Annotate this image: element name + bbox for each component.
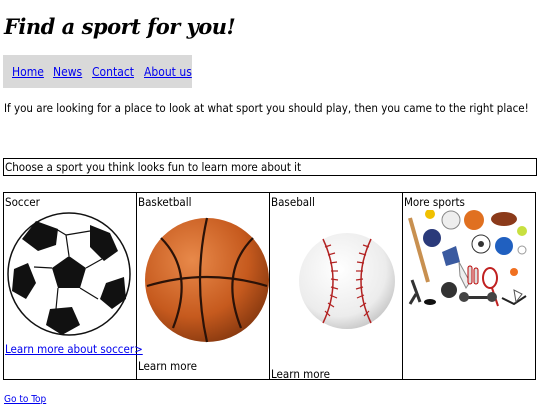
choose-sport-prompt: Choose a sport you think looks fun to le… [3,158,537,176]
intro-text: If you are looking for a place to look a… [4,101,529,115]
sport-card-basketball: Basketball Learn more [136,192,270,380]
learn-more-soccer-link[interactable]: Learn more about soccer> [5,342,143,356]
sports-equipment-collage-icon [408,210,527,307]
nav-bar: Home News Contact About us [3,55,192,88]
nav-link-news[interactable]: News [53,65,82,79]
nav-link-about-us[interactable]: About us [144,65,192,79]
sport-title-soccer: Soccer [5,195,40,209]
baseball-icon [299,233,395,329]
sport-card-more-sports: More sports [402,192,536,380]
sports-grid: Soccer Learn more about soccer> Basketba… [3,192,536,381]
sport-title-basketball: Basketball [138,195,192,209]
learn-more-basketball-link[interactable]: Learn more [138,359,197,373]
go-to-top-link[interactable]: Go to Top [4,394,46,405]
page-title: Find a sport for you! [4,14,236,39]
sport-card-soccer: Soccer Learn more about soccer> [3,192,143,380]
soccer-ball-icon [7,212,131,336]
sport-title-more-sports: More sports [404,195,465,209]
basketball-icon [145,217,269,343]
nav-link-contact[interactable]: Contact [92,65,134,79]
nav-link-home[interactable]: Home [12,65,44,79]
sport-card-baseball: Baseball Learn more [269,192,403,381]
sport-title-baseball: Baseball [271,195,315,209]
learn-more-baseball-link[interactable]: Learn more [271,367,330,381]
